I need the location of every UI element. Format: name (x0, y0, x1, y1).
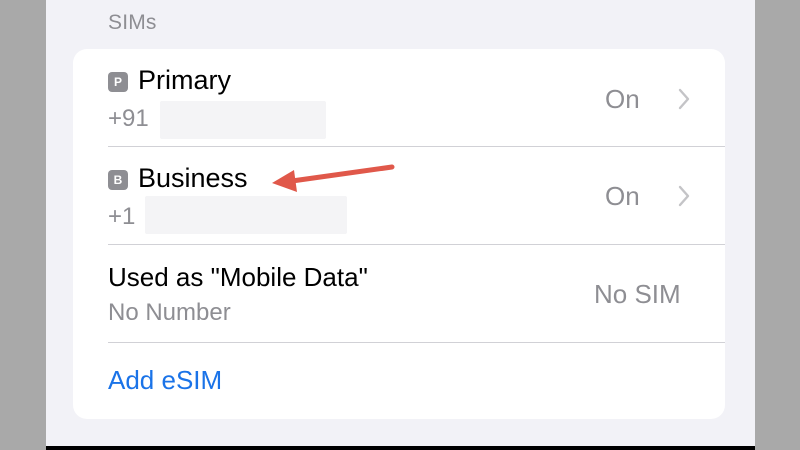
sim-business-status: On (605, 181, 640, 211)
redacted-number-blur (145, 196, 347, 234)
mobile-data-value: No SIM (594, 279, 681, 309)
frame-left-margin (0, 0, 46, 450)
primary-badge-icon: P (108, 72, 128, 92)
redacted-number-blur (160, 101, 326, 139)
mobile-data-subtitle: No Number (108, 299, 231, 326)
mobile-data-row[interactable]: Used as "Mobile Data" No Number No SIM (73, 245, 725, 342)
sim-primary-label: Primary (138, 65, 231, 95)
annotation-arrow-icon (272, 164, 395, 192)
mobile-data-label: Used as "Mobile Data" (108, 262, 368, 292)
sim-row-business[interactable]: B Business +1 On (73, 147, 725, 244)
sim-row-primary[interactable]: P Primary +91 On (73, 49, 725, 146)
chevron-right-icon (678, 185, 690, 207)
settings-screen: SIMs P Primary +91 On B Business +1 On U… (46, 0, 755, 446)
sim-primary-status: On (605, 84, 640, 114)
add-esim-row[interactable]: Add eSIM (73, 343, 725, 419)
chevron-right-icon (678, 88, 690, 110)
frame-right-margin (755, 0, 800, 450)
sim-business-label: Business (138, 163, 248, 193)
sim-primary-number: +91 (108, 105, 149, 132)
sims-section-header: SIMs (108, 11, 157, 34)
business-badge-icon: B (108, 170, 128, 190)
add-esim-link[interactable]: Add eSIM (108, 365, 222, 396)
sim-business-number: +1 (108, 203, 136, 230)
sims-card: P Primary +91 On B Business +1 On Used a… (73, 49, 725, 419)
